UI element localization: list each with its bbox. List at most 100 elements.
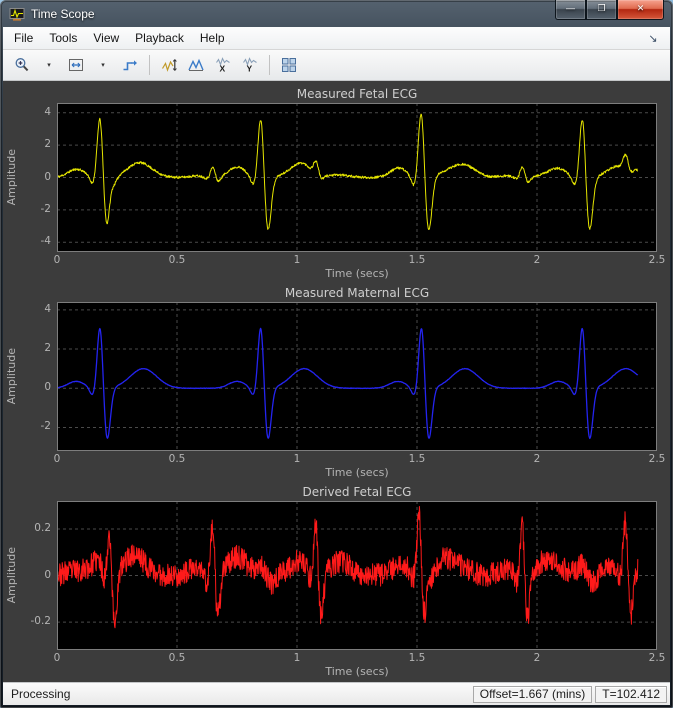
y-tick-label: 4 [44,302,51,315]
plot-area[interactable] [57,103,657,252]
scale-y-axis-icon [161,59,177,72]
dock-figure-icon[interactable]: ↘ [643,30,663,47]
time-scope-window: Time Scope — ❐ ✕ File Tools View Playbac… [0,0,673,708]
y-tick-label: -2 [40,420,51,433]
zoom-in-icon [15,58,29,72]
toolbar: ▾ ▾ X Y [3,50,670,81]
y-tick-label: -0.2 [30,615,52,628]
x-axis-label: Time (secs) [325,665,389,678]
layout-grid-icon [282,58,296,72]
waveform-derived-fetal[interactable] [57,501,657,650]
x-tick-label: 0 [53,453,61,465]
y-axis-ticks: -2 0 2 4 [19,302,57,451]
zoom-x-icon: X [216,57,230,74]
waveform-measured-fetal[interactable] [57,103,657,252]
plot-title: Measured Maternal ECG [284,286,430,300]
x-axis-ticks: 0 0.5 1 1.5 2 2.5 [54,650,666,665]
offset-readout: Offset=1.667 (mins) [472,685,593,703]
x-tick-label: 0 [53,254,61,266]
y-tick-label: -2 [40,202,51,215]
x-axis-ticks: 0 0.5 1 1.5 2 2.5 [53,252,666,267]
x-axis-label: Time (secs) [325,267,389,280]
scale-y-axis-button[interactable] [156,52,182,78]
step-forward-icon [123,60,137,71]
x-tick-label: 1 [293,254,301,266]
status-message: Processing [11,687,71,701]
scope-display: Measured Fetal ECG Amplitude -4 -2 0 2 4 0 0.… [3,81,670,682]
zoom-menu-caret[interactable]: ▾ [36,52,62,78]
menu-help[interactable]: Help [192,28,233,48]
zoom-x-button[interactable]: X [210,52,236,78]
fit-to-view-icon [69,59,83,71]
toolbar-separator [149,55,150,75]
svg-text:Y: Y [247,64,253,74]
x-tick-label: 1.5 [408,254,426,266]
fit-to-view-button[interactable] [63,52,89,78]
y-tick-label: 0 [44,568,51,581]
close-button[interactable]: ✕ [617,0,664,20]
minimize-button[interactable]: — [555,0,586,20]
x-tick-label: 0.5 [168,453,186,465]
app-body: File Tools View Playback Help ↘ ▾ ▾ X Y … [3,27,670,705]
desktop-background: Time Scope — ❐ ✕ File Tools View Playbac… [0,0,673,708]
waveform-measured-maternal[interactable] [57,302,657,451]
x-tick-label: 1.5 [408,652,426,664]
time-readout: T=102.412 [595,685,667,703]
y-tick-label: 2 [44,342,51,355]
y-tick-label: 0 [44,381,51,394]
window-title: Time Scope [31,6,95,21]
menu-bar: File Tools View Playback Help ↘ [3,27,670,50]
zoom-in-button[interactable] [9,52,35,78]
subplot-derived-fetal-ecg: Derived Fetal ECG Amplitude -0.2 0 0.2 0 0.… [3,483,670,682]
menu-view[interactable]: View [85,28,127,48]
x-tick-label: 2.5 [648,453,666,465]
y-axis-label: Amplitude [4,149,18,206]
autoscale-button[interactable] [183,52,209,78]
menu-file[interactable]: File [6,28,41,48]
subplot-measured-fetal-ecg: Measured Fetal ECG Amplitude -4 -2 0 2 4 0 0.… [3,85,670,284]
y-tick-label: 0 [44,170,51,183]
x-tick-label: 2 [533,254,541,266]
menu-playback[interactable]: Playback [127,28,192,48]
y-tick-label: -4 [40,235,51,248]
y-axis-ticks: -4 -2 0 2 4 [19,103,57,252]
x-tick-label: 2 [533,652,541,664]
x-tick-label: 2.5 [648,254,666,266]
maximize-icon: ❐ [597,3,606,13]
fit-menu-caret[interactable]: ▾ [90,52,116,78]
autoscale-icon [188,58,204,71]
y-axis-label: Amplitude [4,547,18,604]
step-forward-button[interactable] [117,52,143,78]
y-tick-label: 2 [44,138,51,151]
x-tick-label: 0.5 [168,652,186,664]
caption-buttons: — ❐ ✕ [555,0,664,20]
maximize-button[interactable]: ❐ [586,0,617,20]
plot-title: Derived Fetal ECG [302,485,412,499]
menu-tools[interactable]: Tools [41,28,85,48]
app-icon [9,7,25,21]
zoom-y-icon: Y [243,57,257,74]
svg-text:X: X [220,64,226,74]
layout-grid-button[interactable] [276,52,302,78]
toolbar-separator [269,55,270,75]
plot-title: Measured Fetal ECG [296,87,418,101]
minimize-icon: — [566,3,575,13]
plot-area[interactable] [57,302,657,451]
subplot-measured-maternal-ecg: Measured Maternal ECG Amplitude -2 0 2 4 00… [3,284,670,483]
y-tick-label: 4 [44,105,51,118]
y-axis-ticks: -0.2 0 0.2 [19,501,57,650]
x-tick-label: 1 [293,652,301,664]
x-tick-label: 2.5 [648,652,666,664]
close-icon: ✕ [636,3,645,13]
zoom-y-button[interactable]: Y [237,52,263,78]
plot-area[interactable] [57,501,657,650]
y-axis-label: Amplitude [4,348,18,405]
status-bar: Processing Offset=1.667 (mins) T=102.412 [3,682,670,705]
x-tick-label: 0.5 [168,254,186,266]
x-tick-label: 2 [533,453,541,465]
x-axis-label: Time (secs) [325,466,389,479]
x-tick-label: 1.5 [408,453,426,465]
x-axis-ticks: 0 0.5 1 1.5 2 2.5 [53,451,666,466]
x-tick-label: 1 [293,453,301,465]
title-bar[interactable]: Time Scope — ❐ ✕ [0,0,673,27]
